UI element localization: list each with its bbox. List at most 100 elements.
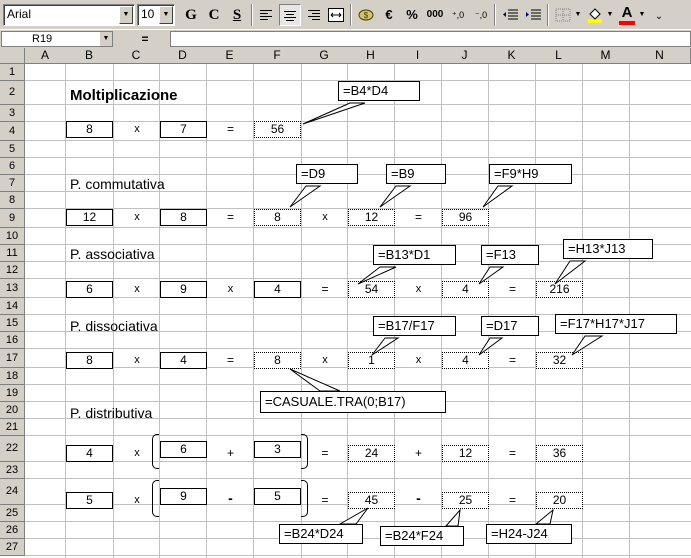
increase-decimal-button[interactable]: ⁺,0 xyxy=(447,4,469,26)
callout-h13j13[interactable]: =H13*J13 xyxy=(563,239,653,259)
fill-color-button[interactable] xyxy=(584,4,606,26)
row-header-18[interactable]: 18 xyxy=(0,368,25,385)
row-header-23[interactable]: 23 xyxy=(0,462,25,479)
currency-button[interactable]: $ xyxy=(355,4,377,26)
row-header-3[interactable]: 3 xyxy=(0,105,25,122)
italic-button[interactable]: C xyxy=(203,4,225,26)
callout-d9[interactable]: =D9 xyxy=(296,164,358,184)
borders-dropdown[interactable]: ▼ xyxy=(574,4,582,26)
row-header-10[interactable]: 10 xyxy=(0,228,25,245)
callout-b24d24[interactable]: =B24*D24 xyxy=(279,524,363,544)
row-header-15[interactable]: 15 xyxy=(0,315,25,332)
row-header-11[interactable]: 11 xyxy=(0,245,25,262)
column-header-a[interactable]: A xyxy=(25,48,66,64)
callout-casuale[interactable]: =CASUALE.TRA(0;B17) xyxy=(260,391,446,413)
row-header-13[interactable]: 13 xyxy=(0,279,25,298)
input-cell-f24[interactable]: 5 xyxy=(254,488,301,505)
callout-f13[interactable]: =F13 xyxy=(481,245,539,265)
chevron-down-icon[interactable]: ▼ xyxy=(99,32,112,46)
row-header-8[interactable]: 8 xyxy=(0,192,25,209)
merge-center-button[interactable] xyxy=(325,4,347,26)
input-cell-d4[interactable]: 7 xyxy=(160,121,207,138)
underline-button[interactable]: S xyxy=(226,4,248,26)
callout-b17f17[interactable]: =B17/F17 xyxy=(373,316,456,336)
input-cell-b24[interactable]: 5 xyxy=(66,492,113,509)
callout-b4d4[interactable]: =B4*D4 xyxy=(338,81,420,101)
bold-button[interactable]: G xyxy=(180,4,202,26)
chevron-down-icon[interactable]: ▼ xyxy=(159,6,173,24)
formula-cell-j24[interactable]: 25 xyxy=(442,492,489,509)
input-cell-b22[interactable]: 4 xyxy=(66,445,113,462)
column-header-i[interactable]: I xyxy=(394,48,442,64)
align-left-button[interactable] xyxy=(256,4,278,26)
input-cell-f22[interactable]: 3 xyxy=(254,441,301,458)
worksheet-grid[interactable]: ABCDEFGHIJKLMN 1 2 3 4 5 6 7 8 9 10 11 12 13 14 15 16 17… xyxy=(0,48,691,558)
formula-cell-h9[interactable]: 12 xyxy=(348,209,395,226)
formula-cell-j17[interactable]: 4 xyxy=(442,352,489,369)
font-name-combo[interactable]: Arial ▼ xyxy=(3,4,135,26)
formula-equals-sign[interactable]: = xyxy=(120,31,170,47)
row-header-26[interactable]: 26 xyxy=(0,522,25,539)
euro-button[interactable]: € xyxy=(378,4,400,26)
input-cell-d9[interactable]: 8 xyxy=(160,209,207,226)
formula-input[interactable] xyxy=(170,31,691,47)
row-header-16[interactable]: 16 xyxy=(0,332,25,349)
result-cell-l17[interactable]: 32 xyxy=(536,352,583,369)
row-header-12[interactable]: 12 xyxy=(0,262,25,279)
decrease-decimal-button[interactable]: ⁻,0 xyxy=(470,4,492,26)
row-header-19[interactable]: 19 xyxy=(0,385,25,402)
callout-f9h9[interactable]: =F9*H9 xyxy=(489,164,572,184)
callout-b13d1[interactable]: =B13*D1 xyxy=(373,245,456,265)
borders-button[interactable] xyxy=(552,4,574,26)
formula-cell-h22[interactable]: 24 xyxy=(348,445,395,462)
row-header-27[interactable]: 27 xyxy=(0,539,25,556)
result-cell-l24[interactable]: 20 xyxy=(536,492,583,509)
formula-cell-j22[interactable]: 12 xyxy=(442,445,489,462)
result-cell-j9[interactable]: 96 xyxy=(442,209,489,226)
column-header-d[interactable]: D xyxy=(159,48,207,64)
input-cell-b17[interactable]: 8 xyxy=(66,352,113,369)
column-header-c[interactable]: C xyxy=(113,48,160,64)
column-header-n[interactable]: N xyxy=(629,48,691,64)
column-header-e[interactable]: E xyxy=(206,48,254,64)
formula-cell-h17[interactable]: 1 xyxy=(348,352,395,369)
formula-cell-f9[interactable]: 8 xyxy=(254,209,301,226)
select-all-corner[interactable] xyxy=(0,48,25,64)
row-header-1[interactable]: 1 xyxy=(0,64,25,81)
result-cell-l13[interactable]: 216 xyxy=(536,281,583,298)
row-header-5[interactable]: 5 xyxy=(0,141,25,158)
thousands-separator-button[interactable]: 000 xyxy=(424,4,446,26)
row-header-17[interactable]: 17 xyxy=(0,349,25,368)
align-center-button[interactable] xyxy=(279,4,301,26)
result-cell-f4[interactable]: 56 xyxy=(254,121,301,138)
column-header-g[interactable]: G xyxy=(301,48,348,64)
toolbar-options-chevron[interactable]: ⌄ xyxy=(652,4,666,26)
input-cell-d22[interactable]: 6 xyxy=(160,441,207,458)
fill-color-dropdown[interactable]: ▼ xyxy=(606,4,614,26)
font-color-button[interactable]: A xyxy=(616,4,638,26)
row-header-25[interactable]: 25 xyxy=(0,505,25,522)
input-cell-b9[interactable]: 12 xyxy=(66,209,113,226)
input-cell-b13[interactable]: 6 xyxy=(66,281,113,298)
input-cell-f13[interactable]: 4 xyxy=(254,281,301,298)
input-cell-d24[interactable]: 9 xyxy=(160,488,207,505)
font-color-dropdown[interactable]: ▼ xyxy=(638,4,646,26)
callout-h24j24[interactable]: =H24-J24 xyxy=(486,524,572,544)
row-header-2[interactable]: 2 xyxy=(0,81,25,105)
column-header-k[interactable]: K xyxy=(488,48,536,64)
row-header-7[interactable]: 7 xyxy=(0,175,25,192)
increase-indent-button[interactable] xyxy=(522,4,544,26)
callout-f17h17j17[interactable]: =F17*H17*J17 xyxy=(555,314,677,334)
input-cell-d13[interactable]: 9 xyxy=(160,281,207,298)
row-header-24[interactable]: 24 xyxy=(0,479,25,505)
formula-cell-j13[interactable]: 4 xyxy=(442,281,489,298)
result-cell-l22[interactable]: 36 xyxy=(536,445,583,462)
formula-cell-f17[interactable]: 8 xyxy=(254,352,301,369)
column-header-m[interactable]: M xyxy=(582,48,630,64)
row-header-22[interactable]: 22 xyxy=(0,436,25,462)
formula-cell-h24[interactable]: 45 xyxy=(348,492,395,509)
row-header-4[interactable]: 4 xyxy=(0,122,25,141)
column-header-f[interactable]: F xyxy=(253,48,302,64)
row-header-20[interactable]: 20 xyxy=(0,402,25,419)
chevron-down-icon[interactable]: ▼ xyxy=(119,6,133,24)
